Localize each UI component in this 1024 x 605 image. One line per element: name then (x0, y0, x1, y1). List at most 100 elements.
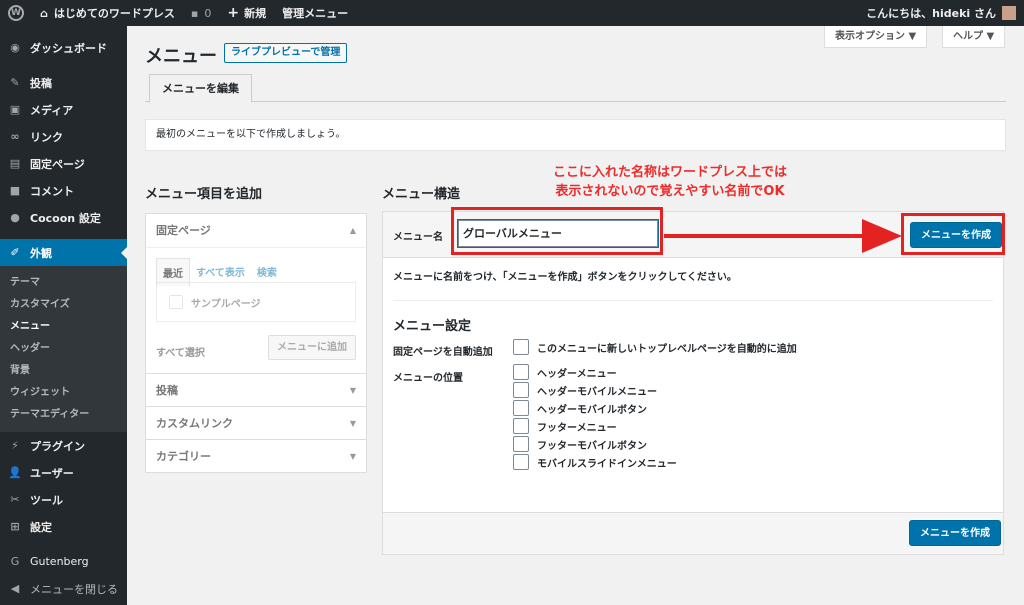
wordpress-icon: W (8, 5, 24, 21)
new-content-link[interactable]: + 新規 (219, 0, 274, 26)
sidebar-item-gutenberg[interactable]: G Gutenberg (0, 548, 127, 575)
user-icon: 👤 (8, 466, 22, 479)
home-icon: ⌂ (40, 6, 48, 20)
comment-icon: ▪ (190, 6, 199, 20)
comments-link[interactable]: ▪ 0 (183, 0, 219, 26)
auto-add-option[interactable]: このメニューに新しいトップレベルページを自動的に追加 (513, 339, 797, 355)
wordpress-logo[interactable]: W (0, 0, 32, 26)
menu-structure-heading: メニュー構造 (382, 187, 461, 202)
sidebar-item-users[interactable]: 👤 ユーザー (0, 459, 127, 486)
location-label: フッターモバイルボタン (537, 440, 647, 452)
accordion-fixed-pages[interactable]: 固定ページ ▲ (146, 214, 366, 247)
chevron-down-icon: ▼ (349, 419, 356, 428)
sidebar-item-settings[interactable]: ⊞ 設定 (0, 513, 127, 540)
location-option[interactable]: モバイルスライドインメニュー (513, 454, 677, 470)
sidebar-label: Gutenberg (30, 555, 89, 568)
location-checkbox[interactable] (513, 400, 529, 416)
collapse-icon: ◀ (10, 582, 20, 595)
comment-icon: ■ (9, 184, 21, 197)
sidebar-item-posts[interactable]: ✎ 投稿 (0, 69, 127, 96)
accordion-categories[interactable]: カテゴリー ▼ (146, 439, 366, 472)
sidebar-item-media[interactable]: ▣ メディア (0, 96, 127, 123)
pin-icon: ✎ (10, 76, 20, 89)
annotation-arrow-head (862, 219, 902, 253)
auto-add-label: 固定ページを自動追加 (393, 347, 493, 358)
sample-page-label: サンプルページ (191, 298, 261, 310)
accordion-custom-links[interactable]: カスタムリンク ▼ (146, 406, 366, 439)
greeting: こんにちは、hideki さん (866, 7, 996, 20)
add-to-menu-button[interactable]: メニューに追加 (268, 335, 356, 360)
menu-save-bar: メニューを作成 (383, 512, 1003, 554)
plugin-icon: ⚡ (11, 439, 19, 452)
location-checkbox[interactable] (513, 364, 529, 380)
user-account-link[interactable]: こんにちは、hideki さん (858, 0, 1024, 26)
location-option[interactable]: ヘッダーモバイルボタン (513, 400, 647, 416)
site-name-link[interactable]: ⌂ はじめてのワードプレス (32, 0, 183, 26)
submenu-item-header[interactable]: ヘッダー (0, 338, 127, 360)
location-option[interactable]: フッターモバイルボタン (513, 436, 647, 452)
location-label: フッターメニュー (537, 422, 617, 434)
tab-edit-menus[interactable]: メニューを編集 (149, 74, 252, 103)
screen-options-button[interactable]: 表示オプション ▼ (824, 26, 928, 48)
submenu-item-themes[interactable]: テーマ (0, 272, 127, 294)
location-option[interactable]: ヘッダーモバイルメニュー (513, 382, 657, 398)
accordion-label: カテゴリー (156, 450, 211, 463)
sidebar-item-pages[interactable]: ▤ 固定ページ (0, 150, 127, 177)
accordion-label: カスタムリンク (156, 417, 233, 430)
location-label: ヘッダーメニュー (537, 368, 617, 380)
menu-location-label: メニューの位置 (393, 373, 463, 384)
sample-page-checkbox[interactable] (169, 295, 183, 309)
nav-tab-wrapper: メニューを編集 (145, 74, 1006, 103)
divider (393, 300, 993, 301)
sidebar-label: ツール (30, 493, 63, 507)
accordion-label: 投稿 (156, 384, 178, 397)
annotation-note: ここに入れた名称はワードプレス上では 表示されないので覚えやすい名前でOK (510, 163, 830, 201)
sidebar-label: リンク (30, 130, 63, 144)
location-checkbox[interactable] (513, 418, 529, 434)
submenu-item-menus[interactable]: メニュー (0, 316, 127, 338)
sidebar-label: プラグイン (30, 439, 85, 453)
manage-menu-link[interactable]: 管理メニュー (274, 0, 356, 26)
location-option[interactable]: フッターメニュー (513, 418, 617, 434)
manage-menus-notice: 最初のメニューを以下で作成しましょう。 (145, 119, 1006, 151)
chevron-down-icon: ▼ (349, 452, 356, 461)
sidebar-label: メニューを閉じる (30, 582, 118, 596)
collapse-menu-button[interactable]: ◀ メニューを閉じる (0, 575, 127, 602)
submenu-item-widgets[interactable]: ウィジェット (0, 382, 127, 404)
submenu-item-theme-editor[interactable]: テーマエディター (0, 404, 127, 426)
sidebar-label: 外観 (30, 246, 52, 260)
location-option[interactable]: ヘッダーメニュー (513, 364, 617, 380)
chevron-up-icon: ▲ (349, 226, 356, 235)
accordion-label: 固定ページ (156, 224, 211, 237)
auto-add-checkbox[interactable] (513, 339, 529, 355)
location-checkbox[interactable] (513, 382, 529, 398)
sidebar-item-tools[interactable]: ✂ ツール (0, 486, 127, 513)
select-all-link[interactable]: すべて選択 (156, 344, 205, 359)
sidebar-item-cocoon[interactable]: ● Cocoon 設定 (0, 204, 127, 231)
menu-name-label: メニュー名 (393, 232, 443, 243)
sidebar-item-comments[interactable]: ■ コメント (0, 177, 127, 204)
manage-menu-label: 管理メニュー (282, 7, 349, 20)
location-checkbox[interactable] (513, 436, 529, 452)
location-checkbox[interactable] (513, 454, 529, 470)
menu-settings-heading: メニュー設定 (393, 319, 472, 334)
create-menu-button-bottom[interactable]: メニューを作成 (909, 520, 1001, 546)
brush-icon: ✐ (10, 246, 20, 259)
annotation-arrow-line (664, 234, 864, 238)
sidebar-label: 固定ページ (30, 157, 85, 171)
sidebar-item-dashboard[interactable]: ◉ ダッシュボード (0, 34, 127, 61)
fixed-pages-panel: 最近 すべて表示 検索 サンプルページ すべて選択 メニューに追加 (146, 247, 366, 373)
sidebar-item-plugins[interactable]: ⚡ プラグイン (0, 432, 127, 459)
settings-icon: ⊞ (10, 520, 20, 533)
live-preview-button[interactable]: ライブプレビューで管理 (224, 43, 348, 63)
sidebar-item-links[interactable]: ∞ リンク (0, 123, 127, 150)
submenu-item-background[interactable]: 背景 (0, 360, 127, 382)
accordion-posts[interactable]: 投稿 ▼ (146, 373, 366, 406)
help-button[interactable]: ヘルプ ▼ (942, 26, 1006, 48)
gutenberg-icon: G (10, 555, 20, 568)
location-label: ヘッダーモバイルボタン (537, 404, 647, 416)
sidebar-item-appearance[interactable]: ✐ 外観 (0, 239, 127, 266)
sidebar-label: メディア (30, 103, 74, 117)
sidebar-label: コメント (30, 184, 74, 198)
submenu-item-customize[interactable]: カスタマイズ (0, 294, 127, 316)
